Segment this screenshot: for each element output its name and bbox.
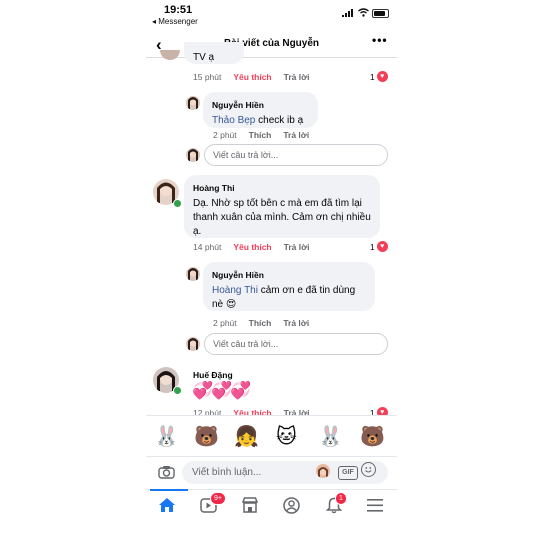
comment-author[interactable]: Nguyễn Hiền — [212, 268, 366, 282]
comment-time: 2 phút — [213, 130, 237, 140]
reply-bubble: Nguyễn Hiền Thảo Bẹp check ib ạ — [203, 92, 318, 128]
nav-active-indicator — [150, 489, 188, 491]
sticker-item[interactable]: 🐰 — [318, 424, 343, 449]
comment-text: check ib ạ — [255, 115, 304, 126]
profile-icon[interactable] — [283, 497, 300, 514]
like-button[interactable]: Thích — [249, 130, 272, 140]
sticker-tray: 🐰 🐻 👧 🐱 🐰 🐻 — [146, 416, 397, 456]
menu-icon[interactable] — [367, 499, 383, 512]
emoji-icon[interactable] — [361, 462, 376, 477]
reaction-count[interactable]: 1 ♥ — [370, 241, 388, 252]
composer-divider — [146, 456, 397, 457]
marketplace-icon[interactable] — [241, 497, 259, 513]
reply-meta: 2 phút Thích Trả lời — [213, 130, 321, 140]
avatar — [186, 337, 200, 351]
comment-meta: 15 phút Yêu thích Trả lời — [193, 72, 322, 82]
sticker-item[interactable]: 🐻 — [360, 424, 385, 449]
reply-bubble: Nguyễn Hiền Hoàng Thi cảm ơn e đã tin dù… — [203, 262, 375, 311]
gif-icon[interactable]: GIF — [338, 466, 358, 480]
video-badge: 9+ — [210, 492, 226, 505]
comment-bubble: Hoàng Thi Dạ. Nhờ sp tốt bên c mà em đã … — [184, 175, 380, 238]
online-status-dot — [173, 386, 182, 395]
comment-text: TV ạ — [193, 52, 215, 63]
mention-link[interactable]: Thảo Bẹp — [212, 115, 255, 126]
reply-input[interactable]: Viết câu trả lời... — [204, 333, 388, 355]
heart-icon: ♥ — [376, 241, 388, 252]
avatar[interactable] — [186, 267, 200, 281]
phone-screen: 19:51 ◂ Messenger ‹ Bài viết của Nguyễn … — [146, 0, 397, 543]
avatar-sticker-icon[interactable] — [316, 464, 330, 478]
avatar — [160, 50, 180, 60]
online-status-dot — [173, 199, 182, 208]
reply-meta: 2 phút Thích Trả lời — [213, 318, 321, 328]
avatar[interactable] — [186, 96, 200, 110]
sticker-item[interactable]: 🐻 — [194, 424, 219, 449]
mention-link[interactable]: Hoàng Thi — [212, 285, 258, 296]
comment-author[interactable]: Hoàng Thi — [193, 181, 371, 195]
reply-button[interactable]: Trả lời — [283, 318, 309, 328]
reaction-count[interactable]: 1 ♥ — [370, 71, 388, 82]
sticker-item[interactable]: 🐱 — [276, 424, 297, 449]
back-to-messenger-link[interactable]: ◂ Messenger — [152, 17, 198, 26]
like-button[interactable]: Yêu thích — [233, 72, 271, 82]
header-divider — [146, 57, 397, 58]
avatar — [186, 148, 200, 162]
more-options-icon[interactable]: ••• — [372, 33, 388, 47]
camera-icon[interactable] — [158, 465, 175, 479]
heart-icon: ♥ — [376, 71, 388, 82]
heart-sticker: 💞💞💞 — [192, 381, 251, 400]
sticker-item[interactable]: 👧 — [234, 424, 259, 449]
cellular-signal-icon — [342, 9, 353, 17]
reply-button[interactable]: Trả lời — [284, 242, 310, 252]
wifi-icon — [358, 8, 369, 17]
notification-badge: 1 — [335, 492, 347, 505]
comment-time: 14 phút — [193, 242, 222, 252]
reaction-number: 1 — [370, 241, 375, 252]
reaction-number: 1 — [370, 71, 375, 82]
reply-button[interactable]: Trả lời — [283, 130, 309, 140]
like-button[interactable]: Thích — [249, 318, 272, 328]
reply-input[interactable]: Viết câu trả lời... — [204, 144, 388, 166]
comment-time: 2 phút — [213, 318, 237, 328]
home-icon[interactable] — [158, 497, 176, 513]
comment-author[interactable]: Huế Đặng — [193, 370, 233, 380]
comment-time: 15 phút — [193, 72, 222, 82]
reply-button[interactable]: Trả lời — [284, 72, 310, 82]
sticker-item[interactable]: 🐰 — [154, 424, 179, 449]
like-button[interactable]: Yêu thích — [233, 242, 271, 252]
status-time: 19:51 — [164, 4, 193, 16]
comment-meta: 14 phút Yêu thích Trả lời — [193, 242, 322, 252]
comment-author[interactable]: Nguyễn Hiền — [212, 98, 309, 112]
battery-icon — [372, 9, 389, 18]
comment-text: Dạ. Nhờ sp tốt bên c mà em đã tìm lại th… — [193, 198, 371, 237]
comment-bubble: TV ạ — [184, 42, 244, 64]
